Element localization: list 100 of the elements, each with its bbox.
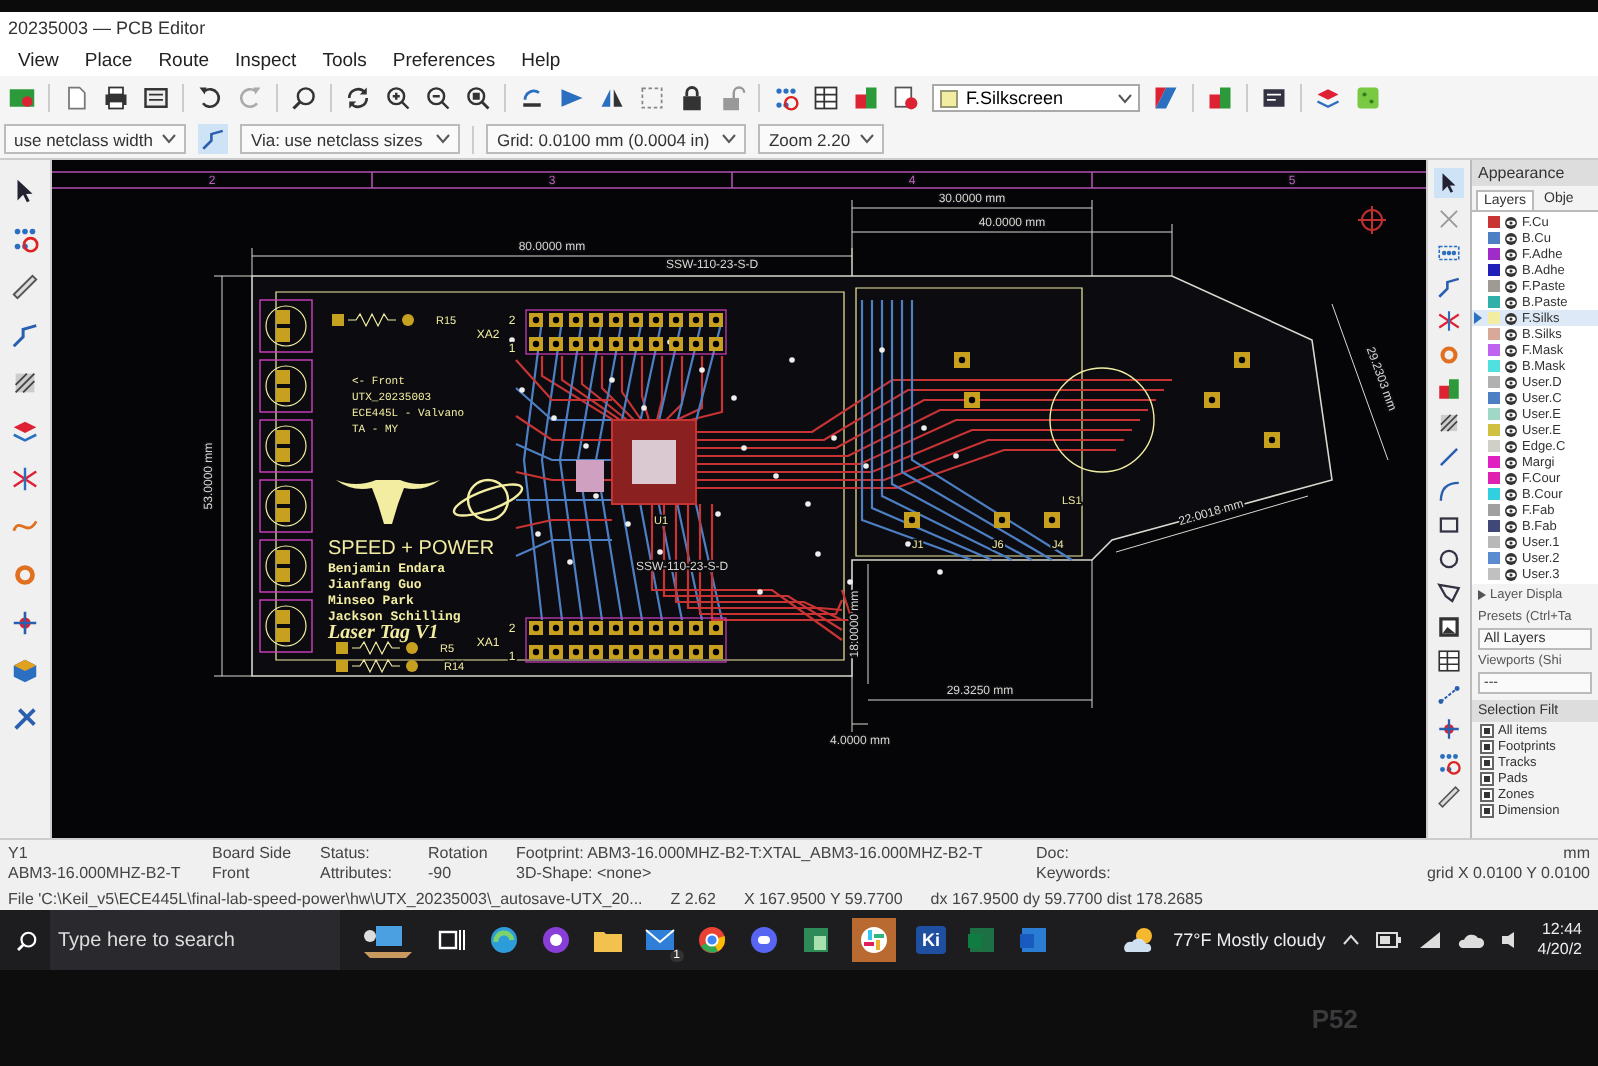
ratsnest-icon[interactable]: [1436, 308, 1462, 334]
wifi-icon[interactable]: [1417, 930, 1442, 950]
battery-icon[interactable]: [1375, 932, 1402, 948]
grid-dropdown[interactable]: Grid: 0.0100 mm (0.0004 in): [486, 124, 747, 154]
table-icon[interactable]: [1436, 648, 1462, 674]
route-icon[interactable]: [1436, 274, 1462, 300]
browser-icon[interactable]: [696, 924, 728, 956]
pinwheel-icon[interactable]: [858, 924, 890, 956]
track-width-dropdown[interactable]: use netclass width: [4, 124, 187, 154]
expand-arrow-icon[interactable]: [1478, 590, 1486, 600]
menu-item[interactable]: Preferences: [390, 49, 498, 71]
zoom-in-icon[interactable]: [384, 84, 412, 112]
menu-item[interactable]: View: [16, 49, 61, 71]
arc-icon[interactable]: [1436, 478, 1462, 504]
line-icon[interactable]: [1436, 444, 1462, 470]
eye-icon[interactable]: [1504, 535, 1518, 549]
cloud-icon[interactable]: [1457, 932, 1484, 948]
filter-checkbox[interactable]: [1480, 787, 1494, 801]
filter-checkbox[interactable]: [1480, 803, 1494, 817]
layer-dropdown[interactable]: F.Silkscreen: [932, 84, 1140, 112]
route-icon[interactable]: [10, 320, 40, 350]
ring-icon[interactable]: [1436, 342, 1462, 368]
eye-icon[interactable]: [1504, 327, 1518, 341]
menu-item[interactable]: Inspect: [233, 49, 299, 71]
circle-icon[interactable]: [1436, 546, 1462, 572]
image-icon[interactable]: [1436, 614, 1462, 640]
chevron-up-icon[interactable]: [1341, 934, 1360, 946]
cube-icon[interactable]: [10, 656, 40, 686]
filter-checkbox[interactable]: [1480, 771, 1494, 785]
eye-icon[interactable]: [1504, 487, 1518, 501]
mail-icon[interactable]: [644, 924, 676, 956]
ruler-icon[interactable]: [1436, 784, 1462, 810]
menu-item[interactable]: Help: [519, 49, 563, 71]
eye-icon[interactable]: [1504, 471, 1518, 485]
eye-icon[interactable]: [1504, 215, 1518, 229]
pad-array-icon[interactable]: [1436, 240, 1462, 266]
eye-icon[interactable]: [1504, 391, 1518, 405]
zoom-dropdown[interactable]: Zoom 2.20: [758, 124, 885, 154]
table-icon[interactable]: [812, 84, 840, 112]
layers-icon[interactable]: [10, 416, 40, 446]
hatch-icon[interactable]: [10, 368, 40, 398]
eye-icon[interactable]: [1504, 295, 1518, 309]
eye-icon[interactable]: [1504, 247, 1518, 261]
eye-icon[interactable]: [1504, 423, 1518, 437]
plotter-icon[interactable]: [142, 84, 170, 112]
rectangle-icon[interactable]: [1436, 512, 1462, 538]
menu-item[interactable]: Place: [82, 49, 135, 71]
filter-checkbox[interactable]: [1480, 723, 1494, 737]
filter-checkbox[interactable]: [1480, 755, 1494, 769]
chat-icon[interactable]: [748, 924, 780, 956]
dimension-icon[interactable]: [1436, 682, 1462, 708]
eye-icon[interactable]: [1504, 279, 1518, 293]
spreadsheet-icon[interactable]: [800, 924, 832, 956]
dashed-square-icon[interactable]: [638, 84, 666, 112]
eye-icon[interactable]: [1504, 343, 1518, 357]
cloud-sun-icon[interactable]: [1121, 926, 1158, 954]
route-icon[interactable]: [200, 126, 227, 152]
via-size-dropdown[interactable]: Via: use netclass sizes: [240, 124, 461, 154]
clock-time[interactable]: 12:44: [1541, 920, 1582, 940]
search-field[interactable]: Type here to search: [50, 910, 340, 970]
zoom-fit-icon[interactable]: [464, 84, 492, 112]
eye-icon[interactable]: [1504, 311, 1518, 325]
page-icon[interactable]: [62, 84, 90, 112]
document-icon[interactable]: [1018, 924, 1050, 956]
refresh-icon[interactable]: [344, 84, 372, 112]
ring-icon[interactable]: [10, 560, 40, 590]
dot-grid-icon[interactable]: [10, 224, 40, 254]
rotate-icon[interactable]: [518, 84, 546, 112]
wrench-icon[interactable]: [10, 704, 40, 734]
dot-grid-icon[interactable]: [772, 84, 800, 112]
eye-icon[interactable]: [1504, 439, 1518, 453]
eye-icon[interactable]: [1504, 567, 1518, 581]
search-icon[interactable]: [290, 84, 318, 112]
filter-checkbox[interactable]: [1480, 739, 1494, 753]
app-button[interactable]: Ki: [916, 926, 946, 954]
swirl-icon[interactable]: [488, 924, 520, 956]
eye-icon[interactable]: [1504, 519, 1518, 533]
layers-icon[interactable]: [1314, 84, 1342, 112]
ruler-icon[interactable]: [10, 272, 40, 302]
dot-grid-icon[interactable]: [1436, 750, 1462, 776]
laptop-desk-icon[interactable]: [360, 920, 416, 960]
weather-label[interactable]: 77°F Mostly cloudy: [1173, 930, 1326, 950]
menu-item[interactable]: Tools: [320, 49, 369, 71]
unlock-icon[interactable]: [718, 84, 746, 112]
board-icon[interactable]: [1354, 84, 1382, 112]
menu-item[interactable]: Route: [156, 49, 212, 71]
flag-icon[interactable]: [558, 84, 586, 112]
task-view-icon[interactable]: [436, 924, 468, 956]
eye-icon[interactable]: [1504, 503, 1518, 517]
eye-icon[interactable]: [1504, 231, 1518, 245]
lock-icon[interactable]: [678, 84, 706, 112]
zoom-out-icon[interactable]: [424, 84, 452, 112]
hatch-icon[interactable]: [1436, 410, 1462, 436]
eye-icon[interactable]: [1504, 375, 1518, 389]
eye-icon[interactable]: [1504, 551, 1518, 565]
eye-icon[interactable]: [1504, 407, 1518, 421]
clock-date[interactable]: 4/20/2: [1537, 940, 1582, 960]
terminal-icon[interactable]: [1260, 84, 1288, 112]
undo-icon[interactable]: [196, 84, 224, 112]
printer-icon[interactable]: [102, 84, 130, 112]
